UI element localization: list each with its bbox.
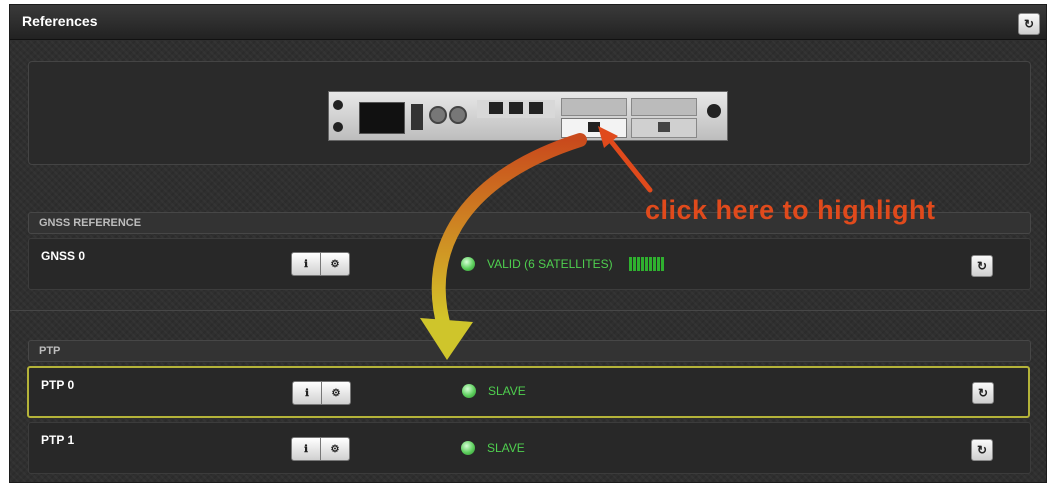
annotation-text: click here to highlight [645, 195, 936, 225]
pointer-arrow-shaft [607, 137, 653, 193]
curved-arrow-shaft [431, 133, 587, 337]
curved-arrow-head [420, 318, 473, 360]
annotation-overlay [420, 126, 653, 360]
